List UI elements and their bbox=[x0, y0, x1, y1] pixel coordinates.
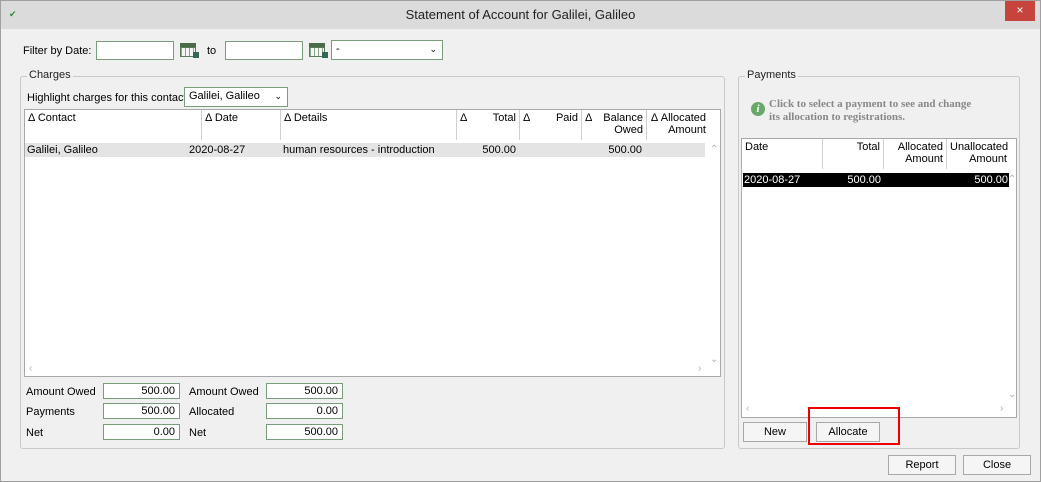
highlight-label: Highlight charges for this contact bbox=[27, 92, 187, 104]
payments-table: Date Total Allocated Amount Unallocated Am… bbox=[741, 138, 1017, 418]
scroll-down-icon[interactable]: ⌄ bbox=[710, 354, 718, 365]
net-2-label: Net bbox=[189, 427, 207, 439]
filter-period-value: - bbox=[336, 43, 340, 55]
filter-to-date-input[interactable] bbox=[225, 41, 303, 60]
payments-column-date[interactable]: Date bbox=[742, 139, 823, 169]
row-date: 2020-08-27 bbox=[189, 144, 246, 156]
amount-owed-value: 500.00 bbox=[103, 383, 180, 399]
filter-to-label: to bbox=[207, 45, 217, 57]
amount-owed-2-value: 500.00 bbox=[266, 383, 343, 399]
column-header-paid[interactable]: Δ Paid bbox=[520, 110, 582, 140]
scroll-left-icon[interactable]: ‹ bbox=[746, 403, 749, 414]
scroll-right-icon[interactable]: › bbox=[1000, 403, 1003, 414]
scroll-down-icon[interactable]: ⌄ bbox=[1008, 389, 1016, 400]
scroll-up-icon[interactable]: ⌃ bbox=[1008, 174, 1016, 185]
scroll-left-icon[interactable]: ‹ bbox=[29, 363, 32, 374]
report-button[interactable]: Report bbox=[888, 455, 956, 475]
payment-row-unallocated: 500.00 bbox=[974, 174, 1008, 186]
net-2-value: 500.00 bbox=[266, 424, 343, 440]
title-bar: ✔ Statement of Account for Galilei, Gali… bbox=[1, 1, 1040, 29]
column-header-total[interactable]: Δ Total bbox=[457, 110, 520, 140]
column-header-contact[interactable]: Δ Contact bbox=[25, 110, 202, 140]
payments-column-total[interactable]: Total bbox=[823, 139, 884, 169]
column-header-details[interactable]: Δ Details bbox=[281, 110, 457, 140]
table-row[interactable]: Galilei, Galileo 2020-08-27 human resour… bbox=[25, 143, 705, 157]
chevron-down-icon: ⌄ bbox=[429, 44, 437, 54]
filter-period-select[interactable]: - ⌄ bbox=[331, 40, 443, 60]
statement-window: ✔ Statement of Account for Galilei, Gali… bbox=[0, 0, 1041, 482]
scroll-right-icon[interactable]: › bbox=[698, 363, 701, 374]
payments-info-text: Click to select a payment to see and cha… bbox=[769, 98, 972, 123]
window-title: Statement of Account for Galilei, Galile… bbox=[405, 7, 636, 22]
to-calendar-icon[interactable] bbox=[308, 42, 328, 58]
payments-group-title: Payments bbox=[745, 69, 798, 81]
payments-value: 500.00 bbox=[103, 403, 180, 419]
row-balance: 500.00 bbox=[608, 144, 642, 156]
net-label: Net bbox=[26, 427, 44, 439]
payments-label: Payments bbox=[26, 406, 75, 418]
info-icon: i bbox=[751, 102, 765, 116]
net-value: 0.00 bbox=[103, 424, 180, 440]
charges-table: Δ Contact Δ Date Δ Details Δ Total Δ Paid … bbox=[24, 109, 721, 377]
column-header-allocated[interactable]: Δ Allocated Amount bbox=[647, 110, 709, 140]
payments-column-allocated[interactable]: Allocated Amount bbox=[884, 139, 947, 169]
row-details: human resources - introduction bbox=[283, 144, 435, 156]
highlight-contact-select[interactable]: Galilei, Galileo ⌄ bbox=[184, 87, 288, 107]
amount-owed-2-label: Amount Owed bbox=[189, 386, 259, 398]
column-header-date[interactable]: Δ Date bbox=[202, 110, 281, 140]
close-button[interactable]: Close bbox=[963, 455, 1031, 475]
from-calendar-icon[interactable] bbox=[179, 42, 199, 58]
filter-date-label: Filter by Date: bbox=[23, 45, 92, 57]
chevron-down-icon: ⌄ bbox=[274, 91, 282, 101]
new-payment-button[interactable]: New bbox=[743, 422, 807, 442]
window-close-button[interactable]: × bbox=[1005, 1, 1035, 21]
highlight-contact-value: Galilei, Galileo bbox=[189, 90, 260, 102]
payment-row-total: 500.00 bbox=[847, 174, 881, 186]
charges-group-title: Charges bbox=[27, 69, 73, 81]
amount-owed-label: Amount Owed bbox=[26, 386, 96, 398]
row-total: 500.00 bbox=[482, 144, 516, 156]
allocated-label: Allocated bbox=[189, 406, 235, 418]
filter-from-date-input[interactable] bbox=[96, 41, 174, 60]
column-header-balance-owed[interactable]: Δ Balance Owed bbox=[582, 110, 647, 140]
payment-row-selected[interactable]: 2020-08-27 500.00 500.00 bbox=[743, 173, 1009, 187]
allocated-value: 0.00 bbox=[266, 403, 343, 419]
payment-row-date: 2020-08-27 bbox=[744, 174, 801, 186]
payments-column-unallocated[interactable]: Unallocated Amount bbox=[947, 139, 1010, 169]
highlight-box bbox=[808, 407, 900, 445]
row-contact: Galilei, Galileo bbox=[27, 144, 98, 156]
scroll-up-icon[interactable]: ⌃ bbox=[710, 144, 718, 155]
